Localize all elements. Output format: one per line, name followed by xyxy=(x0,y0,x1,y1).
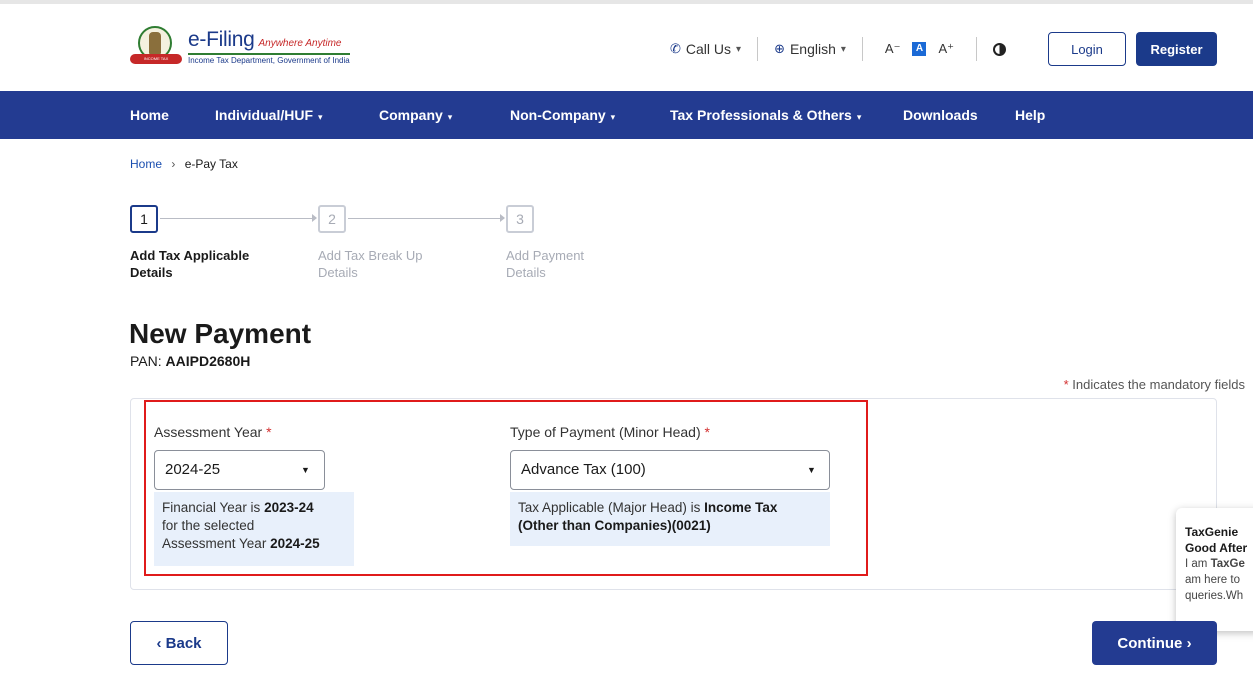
chevron-right-icon: › xyxy=(1186,634,1192,652)
step-connector xyxy=(160,214,317,222)
call-us-label: Call Us xyxy=(685,41,732,57)
step-2-label: Add Tax Break Up Details xyxy=(318,248,423,280)
language-selector[interactable]: ⊕ English ▾ xyxy=(774,41,846,57)
call-us-menu[interactable]: ✆ Call Us ▾ xyxy=(670,41,741,57)
assessment-year-hint: Financial Year is 2023-24 for the select… xyxy=(154,492,354,566)
chevron-right-icon: › xyxy=(171,157,176,171)
nav-item-tax-professionals[interactable]: Tax Professionals & Others ▾ xyxy=(670,91,861,139)
brand-text: e-Filing Anywhere Anytime Income Tax Dep… xyxy=(188,28,350,65)
font-increase-button[interactable]: A⁺ xyxy=(938,41,954,57)
step-2-indicator: 2 xyxy=(318,205,346,233)
payment-type-select[interactable]: Advance Tax (100) ▼ xyxy=(510,450,830,490)
pan-label: PAN: xyxy=(130,353,162,369)
language-label: English xyxy=(789,41,836,57)
site-header: INCOME TAX DEPARTMENT e-Filing Anywhere … xyxy=(0,4,1253,91)
continue-button[interactable]: Continue › xyxy=(1092,621,1217,665)
nav-item-home[interactable]: Home xyxy=(130,91,169,139)
divider xyxy=(861,37,863,61)
register-button[interactable]: Register xyxy=(1136,32,1217,66)
chat-message-line: am here to xyxy=(1185,574,1240,586)
font-normal-button[interactable]: A xyxy=(912,42,927,56)
chevron-down-icon: ▾ xyxy=(447,112,453,122)
divider xyxy=(976,37,978,61)
chevron-down-icon: ▾ xyxy=(318,112,323,122)
phone-icon: ✆ xyxy=(670,41,681,56)
chevron-down-icon: ▾ xyxy=(856,112,862,122)
chat-greeting: Good After xyxy=(1185,541,1248,555)
breadcrumb: Home › e-Pay Tax xyxy=(130,157,238,171)
payment-type-label: Type of Payment (Minor Head) * xyxy=(510,424,710,440)
nav-item-company[interactable]: Company ▾ xyxy=(379,91,452,139)
pan-value: AAIPD2680H xyxy=(165,353,251,369)
payment-type-hint: Tax Applicable (Major Head) is Income Ta… xyxy=(510,492,830,546)
chevron-down-icon: ▾ xyxy=(736,43,742,55)
nav-item-individual-huf[interactable]: Individual/HUF ▾ xyxy=(215,91,323,139)
assessment-year-select[interactable]: 2024-25 ▼ xyxy=(154,450,325,490)
assessment-year-label: Assessment Year * xyxy=(154,424,272,440)
header-utilities: ✆ Call Us ▾ ⊕ English ▾ A⁻ A A⁺ xyxy=(670,31,1007,67)
mandatory-note: * Indicates the mandatory fields xyxy=(1063,377,1245,392)
caret-down-icon: ▼ xyxy=(807,465,816,475)
step-1-label: Add Tax Applicable Details xyxy=(130,248,250,280)
step-connector xyxy=(348,214,505,222)
font-decrease-button[interactable]: A⁻ xyxy=(885,41,901,57)
efiling-logo[interactable]: INCOME TAX DEPARTMENT e-Filing Anywhere … xyxy=(130,24,350,68)
chat-title: TaxGenie xyxy=(1185,525,1239,539)
chat-message-line: queries.Wh xyxy=(1185,590,1244,602)
chevron-left-icon: ‹ xyxy=(156,634,162,652)
login-button[interactable]: Login xyxy=(1048,32,1126,66)
main-nav: Home Individual/HUF ▾ Company ▾ Non-Compan… xyxy=(0,91,1253,139)
page-title: New Payment xyxy=(129,318,312,349)
taxgenie-chat-widget[interactable]: TaxGenie Good After I am TaxGe am here t… xyxy=(1176,508,1253,631)
brand-name: e-Filing xyxy=(188,27,255,51)
emblem-icon: INCOME TAX DEPARTMENT xyxy=(130,24,182,68)
pan-info: PAN: AAIPD2680H xyxy=(130,353,250,369)
contrast-toggle-icon[interactable] xyxy=(993,42,1007,56)
back-button[interactable]: ‹ Back xyxy=(130,621,228,665)
chevron-down-icon: ▾ xyxy=(840,43,846,55)
step-3-label: Add Payment Details xyxy=(506,248,585,280)
divider xyxy=(757,37,759,61)
chevron-down-icon: ▾ xyxy=(610,112,616,122)
step-3-indicator: 3 xyxy=(506,205,534,233)
brand-subtitle: Income Tax Department, Government of Ind… xyxy=(188,52,350,65)
globe-icon: ⊕ xyxy=(774,41,785,56)
step-1-indicator: 1 xyxy=(130,205,158,233)
nav-item-non-company[interactable]: Non-Company ▾ xyxy=(510,91,615,139)
breadcrumb-home-link[interactable]: Home xyxy=(130,157,162,171)
nav-item-downloads[interactable]: Downloads xyxy=(903,91,978,139)
caret-down-icon: ▼ xyxy=(301,465,310,475)
chat-message-line: I am TaxGe xyxy=(1185,558,1245,570)
breadcrumb-current: e-Pay Tax xyxy=(184,157,238,171)
nav-item-help[interactable]: Help xyxy=(1015,91,1045,139)
brand-tagline: Anywhere Anytime xyxy=(258,37,342,49)
